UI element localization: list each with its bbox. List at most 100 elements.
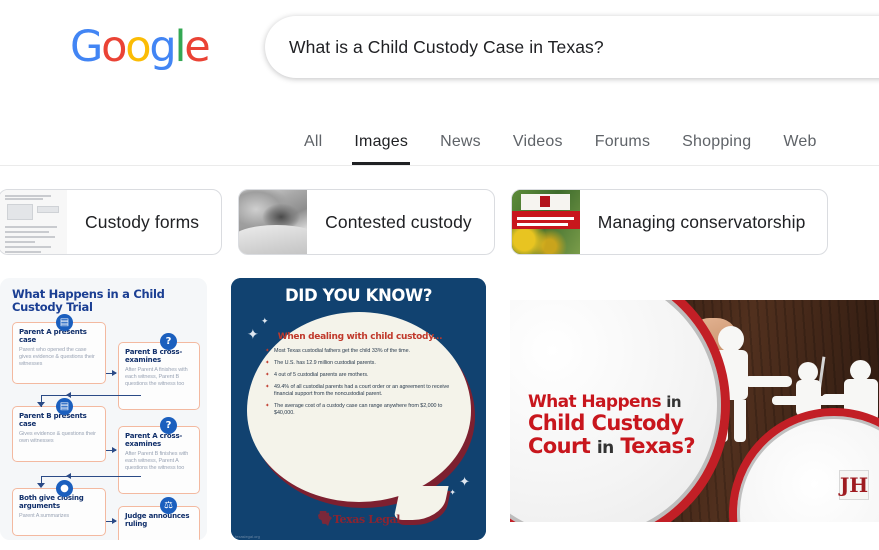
law-firm-badge: JH: [839, 470, 869, 500]
infographic-credit: texaslegal.org: [235, 534, 260, 539]
custody-court-banner-graphic: JH What Happens in Child Custody Court i…: [510, 278, 879, 540]
flowchart-step-3: Parent B presents case Gives evidence & …: [12, 406, 106, 462]
search-box[interactable]: What is a Child Custody Case in Texas?: [265, 16, 879, 78]
flowchart-arrowhead-2b: [66, 391, 71, 398]
magnifying-glass-right: [729, 408, 879, 522]
wood-background: JH What Happens in Child Custody Court i…: [510, 300, 879, 522]
texas-state-shape-icon: [317, 511, 333, 526]
law-firm-badge-text: JH: [839, 473, 869, 497]
paperdoll-3-head: [850, 360, 871, 381]
question-mark-icon: ?: [160, 333, 177, 350]
flowchart-step-5-heading: Both give closing arguments: [19, 494, 84, 510]
related-search-chips: Custody forms Contested custody Managing…: [0, 166, 879, 278]
gavel-icon: ⚖: [160, 497, 177, 514]
paperdoll-1-leg-r: [734, 400, 746, 442]
sparkle-icon-4: ✦: [449, 488, 456, 497]
speech-bubble-container: When dealing with child custody... Most …: [247, 312, 471, 502]
flowchart-arrowhead-4: [37, 483, 45, 488]
podium-icon-2: ▤: [56, 398, 73, 415]
flowchart-arrowhead-2: [37, 402, 45, 407]
chip-label-managing-conservatorship: Managing conservatorship: [597, 211, 806, 232]
banner-line-2: Child Custody: [528, 411, 684, 435]
google-logo[interactable]: Google: [70, 22, 211, 72]
banner-line-1-a: What Happens: [528, 392, 662, 412]
flowchart-step-6-heading: Judge announces ruling: [125, 512, 190, 528]
flowchart-connector-2: [41, 395, 141, 397]
flowchart-step-2: Parent B cross-examines After Parent A f…: [118, 342, 200, 410]
logo-letter-e: e: [184, 22, 210, 72]
banner-line-3-b: in: [596, 438, 614, 458]
banner-line-3-a: Court: [528, 434, 591, 458]
chip-thumbnail-red-poster-flyer: [511, 190, 580, 254]
tab-web[interactable]: Web: [767, 133, 832, 165]
flowchart-step-1-body: Parent who opened the case gives evidenc…: [19, 347, 95, 367]
did-you-know-title: DID YOU KNOW?: [285, 286, 432, 305]
logo-letter-g2: g: [149, 22, 176, 72]
texas-legal-logo-text: Texas Legal: [333, 513, 400, 526]
sparkle-icon-3: ✦: [459, 474, 470, 489]
question-mark-icon-2: ?: [160, 417, 177, 434]
tab-news[interactable]: News: [424, 133, 497, 165]
flowchart-step-4-heading: Parent A cross-examines: [125, 432, 183, 448]
tab-shopping[interactable]: Shopping: [666, 133, 767, 165]
search-header: Google What is a Child Custody Case in T…: [0, 0, 879, 166]
did-you-know-fact-2: The U.S. has 12.9 million custodial pare…: [265, 360, 455, 368]
flowchart-arrowhead-3: [112, 447, 117, 453]
flowchart-step-6: Judge announces ruling: [118, 506, 200, 540]
did-you-know-fact-1: Most Texas custodial fathers get the chi…: [265, 348, 455, 356]
flowchart-step-1: Parent A presents case Parent who opened…: [12, 322, 106, 384]
flowchart-title: What Happens in a Child Custody Trial: [12, 287, 165, 314]
paperdoll-1-head: [718, 326, 744, 352]
flowchart-step-3-body: Gives evidence & questions their own wit…: [19, 431, 96, 444]
did-you-know-fact-5: The average cost of a custody case can r…: [265, 403, 455, 418]
flowchart-graphic: What Happens in a Child Custody Trial Pa…: [0, 278, 207, 540]
logo-letter-g: G: [70, 22, 103, 72]
flowchart-step-3-heading: Parent B presents case: [19, 412, 87, 428]
sparkle-icon-1: ✦: [247, 326, 259, 342]
image-result-did-you-know-infographic[interactable]: ✦ ✦ ✦ ✦ DID YOU KNOW? When dealing with …: [231, 278, 486, 540]
banner-line-3: Court in Texas?: [528, 435, 703, 460]
paperdoll-1-arm-r: [744, 376, 792, 387]
chip-thumbnail-baby-photo-grayscale: [239, 190, 308, 254]
banner-line-3-c: Texas?: [620, 434, 695, 458]
image-result-custody-court-texas-banner[interactable]: JH What Happens in Child Custody Court i…: [510, 278, 879, 540]
paperdoll-2-head: [798, 362, 818, 382]
flowchart-step-2-heading: Parent B cross-examines: [125, 348, 183, 364]
texas-legal-logo: Texas Legal: [231, 511, 486, 526]
podium-icon: ▤: [56, 314, 73, 331]
tab-forums[interactable]: Forums: [579, 133, 666, 165]
chip-custody-forms[interactable]: Custody forms: [0, 189, 223, 255]
logo-letter-o1: o: [101, 22, 127, 72]
tab-all[interactable]: All: [288, 133, 338, 165]
speech-bubble-icon: ●: [56, 480, 73, 497]
chip-contested-custody[interactable]: Contested custody: [238, 189, 495, 255]
flowchart-arrowhead-4b: [66, 472, 71, 479]
chip-managing-conservatorship[interactable]: Managing conservatorship: [510, 189, 829, 255]
paperdoll-2-arm-l: [772, 396, 802, 405]
chip-label-custody-forms: Custody forms: [85, 211, 200, 232]
paperdoll-3-arm-l: [822, 394, 850, 403]
image-result-child-custody-trial-flowchart[interactable]: What Happens in a Child Custody Trial Pa…: [0, 278, 207, 540]
flowchart-step-4: Parent A cross-examines After Parent B f…: [118, 426, 200, 494]
chip-thumbnail-custody-form-document: [0, 190, 67, 254]
did-you-know-fact-4: 49.4% of all custodial parents had a cou…: [265, 384, 455, 399]
logo-letter-l: l: [174, 22, 186, 72]
search-nav-tabs: All Images News Videos Forums Shopping W…: [288, 119, 833, 165]
flowchart-step-4-body: After Parent B finishes with each witnes…: [125, 451, 189, 471]
tab-images[interactable]: Images: [338, 133, 424, 165]
did-you-know-fact-3: 4 out of 5 custodial parents are mothers…: [265, 372, 455, 380]
tab-videos[interactable]: Videos: [497, 133, 579, 165]
flowchart-step-5-body: Parent A summarizes: [19, 513, 70, 519]
logo-letter-o2: o: [125, 22, 151, 72]
banner-line-1: What Happens in: [528, 392, 703, 412]
search-input[interactable]: What is a Child Custody Case in Texas?: [289, 37, 604, 58]
banner-line-1-b: in: [666, 393, 681, 411]
image-results-grid: What Happens in a Child Custody Trial Pa…: [0, 278, 879, 550]
flowchart-step-1-heading: Parent A presents case: [19, 328, 87, 344]
flowchart-step-2-body: After Parent A finishes with each witnes…: [125, 367, 188, 387]
did-you-know-graphic: ✦ ✦ ✦ ✦ DID YOU KNOW? When dealing with …: [231, 278, 486, 540]
flowchart-connector-4: [41, 476, 141, 478]
did-you-know-subtitle: When dealing with child custody...: [277, 332, 443, 342]
chip-label-contested-custody: Contested custody: [325, 211, 472, 232]
flowchart-arrowhead-5: [112, 518, 117, 524]
